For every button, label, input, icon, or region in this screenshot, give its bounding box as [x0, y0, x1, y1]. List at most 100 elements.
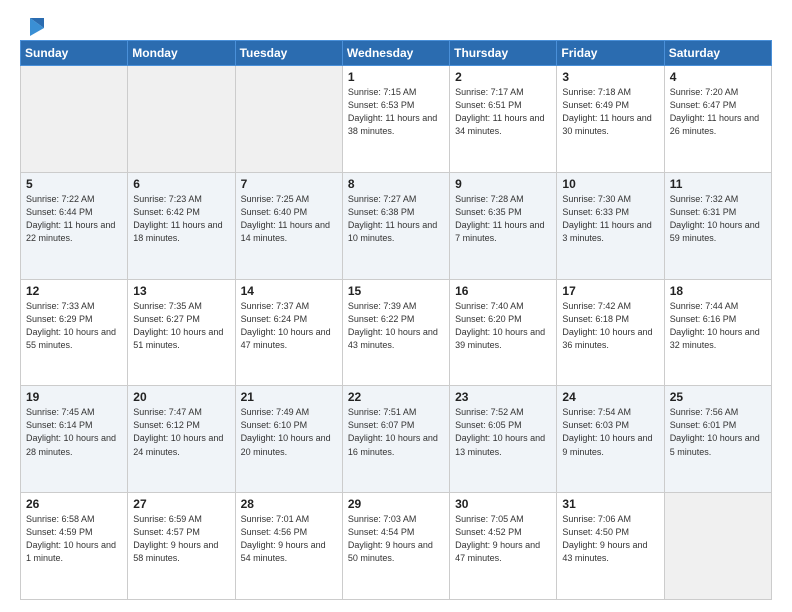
- day-number: 4: [670, 70, 766, 84]
- weekday-header-monday: Monday: [128, 41, 235, 66]
- day-number: 7: [241, 177, 337, 191]
- day-info: Sunrise: 7:42 AMSunset: 6:18 PMDaylight:…: [562, 300, 658, 352]
- day-cell-15: 15 Sunrise: 7:39 AMSunset: 6:22 PMDayligh…: [342, 279, 449, 386]
- page: SundayMondayTuesdayWednesdayThursdayFrid…: [0, 0, 792, 612]
- day-cell-1: 1Sunrise: 7:15 AMSunset: 6:53 PMDaylight…: [342, 66, 449, 173]
- day-info: Sunrise: 6:58 AMSunset: 4:59 PMDaylight:…: [26, 513, 122, 565]
- day-info: Sunrise: 7:49 AMSunset: 6:10 PMDaylight:…: [241, 406, 337, 458]
- day-number: 20: [133, 390, 229, 404]
- day-cell-3: 3Sunrise: 7:18 AMSunset: 6:49 PMDaylight…: [557, 66, 664, 173]
- day-info: Sunrise: 6:59 AMSunset: 4:57 PMDaylight:…: [133, 513, 229, 565]
- empty-cell: [128, 66, 235, 173]
- day-number: 2: [455, 70, 551, 84]
- weekday-header-wednesday: Wednesday: [342, 41, 449, 66]
- weekday-header-tuesday: Tuesday: [235, 41, 342, 66]
- day-info: Sunrise: 7:39 AMSunset: 6:22 PMDaylight:…: [348, 300, 444, 352]
- day-number: 15: [348, 284, 444, 298]
- day-cell-6: 6 Sunrise: 7:23 AMSunset: 6:42 PMDaylight…: [128, 172, 235, 279]
- day-cell-30: 30 Sunrise: 7:05 AMSunset: 4:52 PMDayligh…: [450, 493, 557, 600]
- day-cell-9: 9Sunrise: 7:28 AMSunset: 6:35 PMDaylight…: [450, 172, 557, 279]
- day-cell-5: 5 Sunrise: 7:22 AMSunset: 6:44 PMDaylight…: [21, 172, 128, 279]
- day-info: Sunrise: 7:01 AMSunset: 4:56 PMDaylight:…: [241, 513, 337, 565]
- day-cell-26: 26 Sunrise: 6:58 AMSunset: 4:59 PMDayligh…: [21, 493, 128, 600]
- day-info: Sunrise: 7:06 AMSunset: 4:50 PMDaylight:…: [562, 513, 658, 565]
- day-number: 1: [348, 70, 444, 84]
- day-info: Sunrise: 7:23 AMSunset: 6:42 PMDaylight:…: [133, 193, 229, 245]
- day-info: Sunrise: 7:52 AMSunset: 6:05 PMDaylight:…: [455, 406, 551, 458]
- weekday-header-friday: Friday: [557, 41, 664, 66]
- day-info: Sunrise: 7:20 AMSunset: 6:47 PMDaylight:…: [670, 86, 766, 138]
- week-row-1: 1Sunrise: 7:15 AMSunset: 6:53 PMDaylight…: [21, 66, 772, 173]
- day-number: 3: [562, 70, 658, 84]
- weekday-header-saturday: Saturday: [664, 41, 771, 66]
- day-number: 17: [562, 284, 658, 298]
- calendar-table: SundayMondayTuesdayWednesdayThursdayFrid…: [20, 40, 772, 600]
- day-number: 26: [26, 497, 122, 511]
- day-number: 6: [133, 177, 229, 191]
- day-number: 8: [348, 177, 444, 191]
- day-cell-14: 14Sunrise: 7:37 AMSunset: 6:24 PMDayligh…: [235, 279, 342, 386]
- header: [20, 18, 772, 32]
- weekday-header-sunday: Sunday: [21, 41, 128, 66]
- empty-cell: [664, 493, 771, 600]
- day-cell-18: 18Sunrise: 7:44 AMSunset: 6:16 PMDayligh…: [664, 279, 771, 386]
- day-number: 21: [241, 390, 337, 404]
- day-cell-24: 24 Sunrise: 7:54 AMSunset: 6:03 PMDayligh…: [557, 386, 664, 493]
- day-cell-28: 28Sunrise: 7:01 AMSunset: 4:56 PMDayligh…: [235, 493, 342, 600]
- day-cell-4: 4 Sunrise: 7:20 AMSunset: 6:47 PMDaylight…: [664, 66, 771, 173]
- day-cell-23: 23Sunrise: 7:52 AMSunset: 6:05 PMDayligh…: [450, 386, 557, 493]
- day-number: 24: [562, 390, 658, 404]
- day-cell-2: 2 Sunrise: 7:17 AMSunset: 6:51 PMDaylight…: [450, 66, 557, 173]
- day-cell-12: 12 Sunrise: 7:33 AMSunset: 6:29 PMDayligh…: [21, 279, 128, 386]
- week-row-5: 26 Sunrise: 6:58 AMSunset: 4:59 PMDayligh…: [21, 493, 772, 600]
- weekday-header-thursday: Thursday: [450, 41, 557, 66]
- day-cell-16: 16Sunrise: 7:40 AMSunset: 6:20 PMDayligh…: [450, 279, 557, 386]
- day-info: Sunrise: 7:37 AMSunset: 6:24 PMDaylight:…: [241, 300, 337, 352]
- day-info: Sunrise: 7:25 AMSunset: 6:40 PMDaylight:…: [241, 193, 337, 245]
- logo: [20, 18, 44, 32]
- day-number: 19: [26, 390, 122, 404]
- day-info: Sunrise: 7:17 AMSunset: 6:51 PMDaylight:…: [455, 86, 551, 138]
- day-cell-11: 11 Sunrise: 7:32 AMSunset: 6:31 PMDayligh…: [664, 172, 771, 279]
- day-cell-10: 10 Sunrise: 7:30 AMSunset: 6:33 PMDayligh…: [557, 172, 664, 279]
- day-info: Sunrise: 7:27 AMSunset: 6:38 PMDaylight:…: [348, 193, 444, 245]
- day-number: 30: [455, 497, 551, 511]
- day-info: Sunrise: 7:33 AMSunset: 6:29 PMDaylight:…: [26, 300, 122, 352]
- day-number: 27: [133, 497, 229, 511]
- day-number: 9: [455, 177, 551, 191]
- day-number: 29: [348, 497, 444, 511]
- weekday-header-row: SundayMondayTuesdayWednesdayThursdayFrid…: [21, 41, 772, 66]
- day-cell-31: 31 Sunrise: 7:06 AMSunset: 4:50 PMDayligh…: [557, 493, 664, 600]
- logo-icon: [22, 18, 44, 36]
- week-row-4: 19 Sunrise: 7:45 AMSunset: 6:14 PMDayligh…: [21, 386, 772, 493]
- day-info: Sunrise: 7:22 AMSunset: 6:44 PMDaylight:…: [26, 193, 122, 245]
- day-cell-27: 27 Sunrise: 6:59 AMSunset: 4:57 PMDayligh…: [128, 493, 235, 600]
- day-info: Sunrise: 7:54 AMSunset: 6:03 PMDaylight:…: [562, 406, 658, 458]
- day-cell-25: 25Sunrise: 7:56 AMSunset: 6:01 PMDayligh…: [664, 386, 771, 493]
- day-number: 5: [26, 177, 122, 191]
- day-number: 10: [562, 177, 658, 191]
- empty-cell: [235, 66, 342, 173]
- day-info: Sunrise: 7:03 AMSunset: 4:54 PMDaylight:…: [348, 513, 444, 565]
- day-cell-29: 29 Sunrise: 7:03 AMSunset: 4:54 PMDayligh…: [342, 493, 449, 600]
- day-cell-19: 19 Sunrise: 7:45 AMSunset: 6:14 PMDayligh…: [21, 386, 128, 493]
- day-info: Sunrise: 7:30 AMSunset: 6:33 PMDaylight:…: [562, 193, 658, 245]
- day-number: 16: [455, 284, 551, 298]
- day-cell-22: 22Sunrise: 7:51 AMSunset: 6:07 PMDayligh…: [342, 386, 449, 493]
- day-info: Sunrise: 7:05 AMSunset: 4:52 PMDaylight:…: [455, 513, 551, 565]
- day-cell-20: 20Sunrise: 7:47 AMSunset: 6:12 PMDayligh…: [128, 386, 235, 493]
- day-info: Sunrise: 7:32 AMSunset: 6:31 PMDaylight:…: [670, 193, 766, 245]
- day-number: 31: [562, 497, 658, 511]
- day-cell-21: 21 Sunrise: 7:49 AMSunset: 6:10 PMDayligh…: [235, 386, 342, 493]
- empty-cell: [21, 66, 128, 173]
- day-cell-8: 8 Sunrise: 7:27 AMSunset: 6:38 PMDaylight…: [342, 172, 449, 279]
- day-info: Sunrise: 7:45 AMSunset: 6:14 PMDaylight:…: [26, 406, 122, 458]
- day-cell-7: 7 Sunrise: 7:25 AMSunset: 6:40 PMDaylight…: [235, 172, 342, 279]
- day-number: 13: [133, 284, 229, 298]
- day-number: 11: [670, 177, 766, 191]
- week-row-3: 12 Sunrise: 7:33 AMSunset: 6:29 PMDayligh…: [21, 279, 772, 386]
- day-cell-17: 17 Sunrise: 7:42 AMSunset: 6:18 PMDayligh…: [557, 279, 664, 386]
- day-info: Sunrise: 7:56 AMSunset: 6:01 PMDaylight:…: [670, 406, 766, 458]
- day-info: Sunrise: 7:35 AMSunset: 6:27 PMDaylight:…: [133, 300, 229, 352]
- day-number: 12: [26, 284, 122, 298]
